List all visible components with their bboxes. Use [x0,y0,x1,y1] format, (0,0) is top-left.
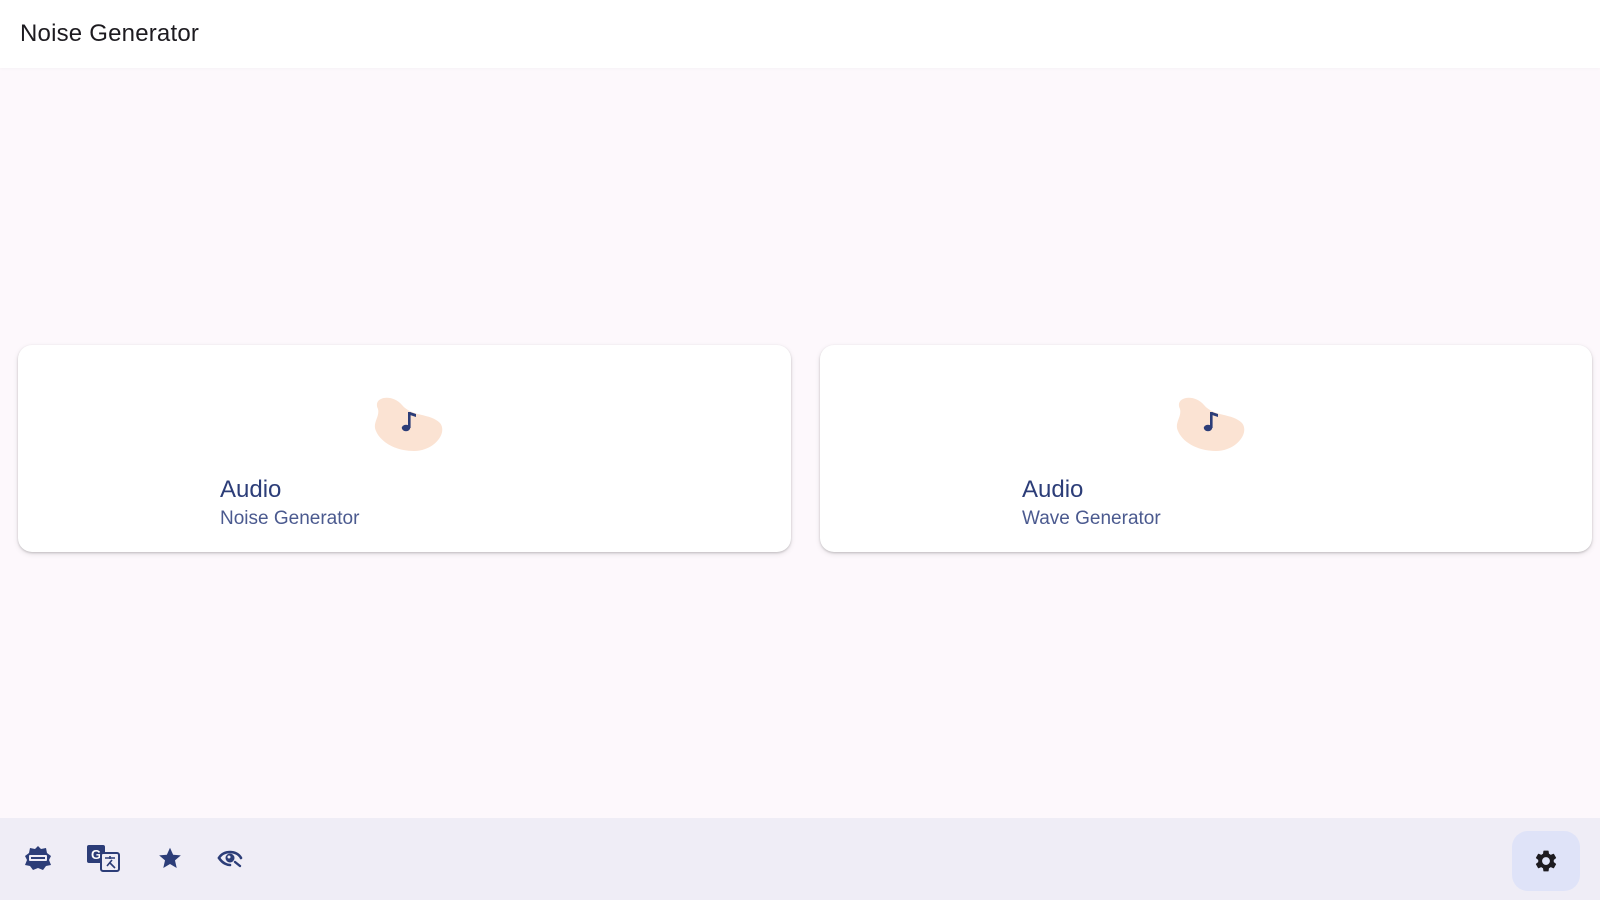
star-icon [159,847,181,868]
card-subtitle: Noise Generator [220,508,360,529]
translate-button[interactable]: G [84,838,124,878]
card-title: Audio [220,476,282,503]
svg-text:G: G [91,847,101,862]
noise-generator-card[interactable]: Audio Noise Generator [18,345,791,552]
music-note-icon [1176,397,1245,451]
music-note-icon [374,397,443,451]
gear-icon [1535,850,1557,872]
badge-icon [25,846,51,870]
page-title: Noise Generator [20,20,200,47]
translate-icon: G [87,845,120,872]
eye-icon [217,850,243,868]
app-bar: Noise Generator [0,0,1600,68]
card-subtitle: Wave Generator [1022,508,1161,529]
badge-button[interactable] [18,838,58,878]
favorites-button[interactable] [150,838,190,878]
card-title: Audio [1022,476,1084,503]
visibility-button[interactable] [210,838,250,878]
wave-generator-card[interactable]: Audio Wave Generator [820,345,1592,552]
bottom-navigation-bar: G [0,818,1600,900]
settings-button[interactable] [1512,831,1580,891]
